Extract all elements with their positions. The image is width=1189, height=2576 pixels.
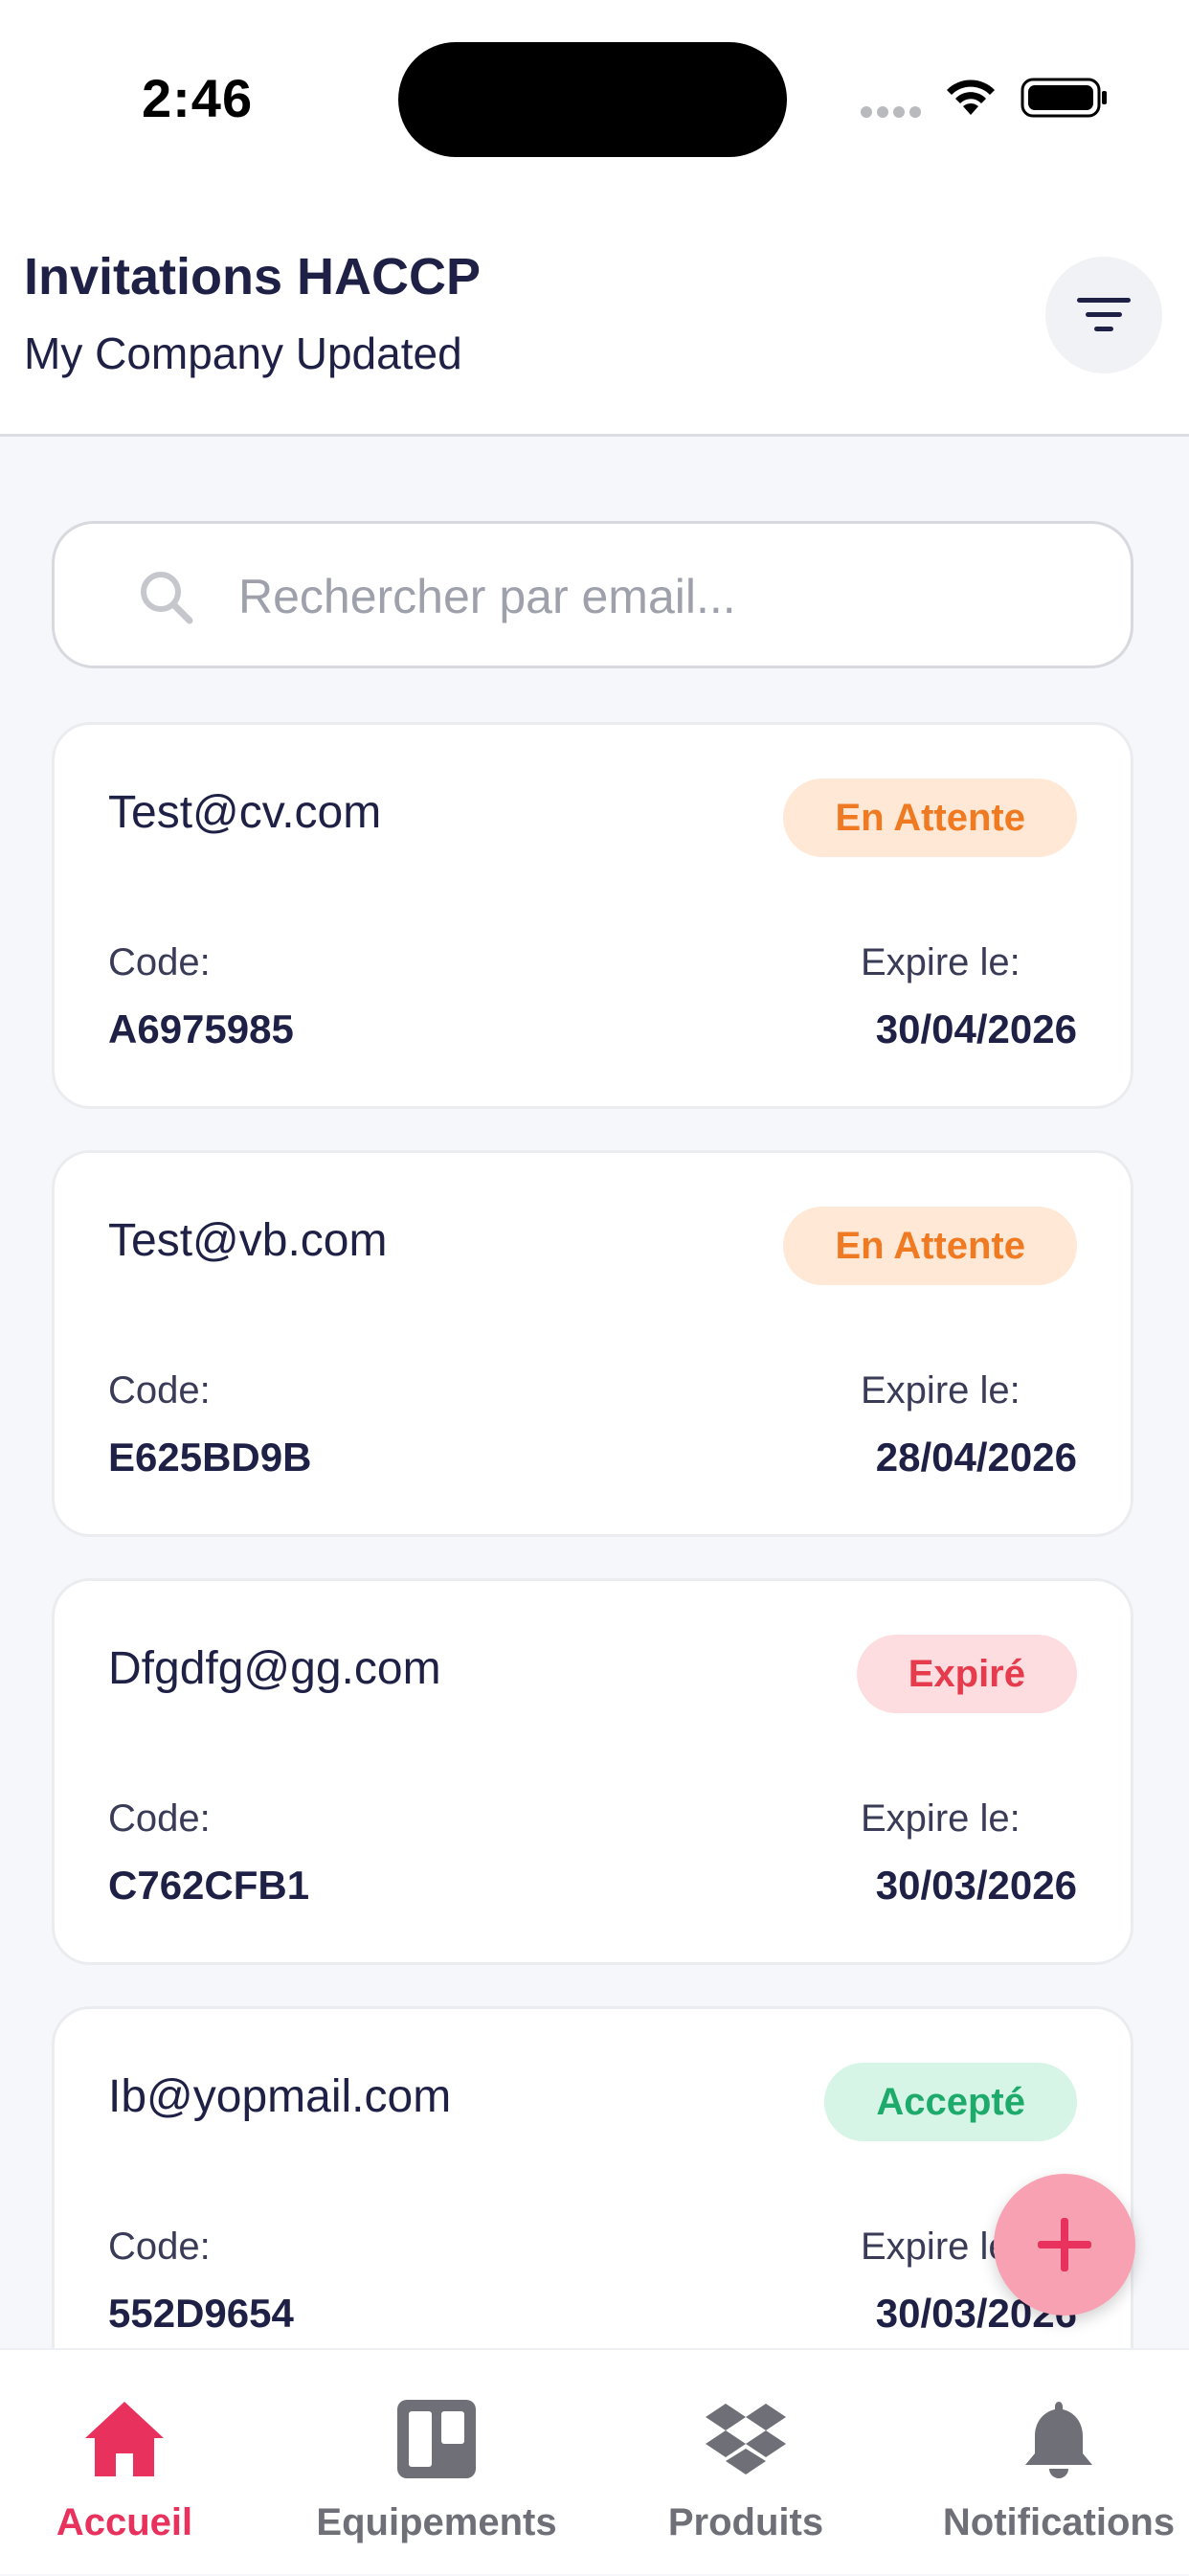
invitation-card[interactable]: Test@vb.com En Attente Code: E625BD9B Ex… xyxy=(52,1150,1133,1537)
nav-item-accueil[interactable]: Accueil xyxy=(38,2350,211,2576)
page-title: Invitations HACCP xyxy=(24,248,482,305)
invitation-email: Dfgdfg@gg.com xyxy=(108,1643,441,1694)
add-invitation-button[interactable] xyxy=(994,2174,1135,2316)
invitation-email: Ib@yopmail.com xyxy=(108,2071,452,2122)
invitation-card[interactable]: Test@cv.com En Attente Code: A6975985 Ex… xyxy=(52,722,1133,1109)
code-label: Code: xyxy=(108,2226,211,2268)
invitation-code: E625BD9B xyxy=(108,1435,312,1480)
cellular-signal-icon xyxy=(861,106,921,118)
expiry-date: 28/04/2026 xyxy=(875,1435,1077,1480)
nav-label: Notifications xyxy=(942,2501,1176,2543)
search-box[interactable] xyxy=(52,521,1133,668)
nav-label: Produits xyxy=(667,2501,824,2543)
status-badge: Expiré xyxy=(856,1635,1077,1713)
dropbox-icon xyxy=(706,2404,786,2474)
invitation-code: A6975985 xyxy=(108,1006,294,1051)
invitation-email: Test@vb.com xyxy=(108,1215,388,1266)
status-bar: 2:46 xyxy=(0,0,1189,192)
status-badge: En Attente xyxy=(783,1207,1077,1285)
nav-label: Equipements xyxy=(316,2501,557,2543)
wifi-icon xyxy=(947,79,995,115)
nav-item-produits[interactable]: Produits xyxy=(650,2350,841,2576)
status-badge: En Attente xyxy=(783,779,1077,857)
search-icon xyxy=(141,572,193,624)
company-name: My Company Updated xyxy=(24,328,462,378)
expiry-label: Expire le: xyxy=(861,1369,1021,1412)
filter-button[interactable] xyxy=(1045,257,1162,373)
bell-icon xyxy=(1025,2402,1092,2478)
status-time: 2:46 xyxy=(142,68,254,128)
code-label: Code: xyxy=(108,1797,211,1840)
board-icon xyxy=(397,2400,476,2478)
invitation-email: Test@cv.com xyxy=(108,787,382,838)
invitation-card[interactable]: Dfgdfg@gg.com Expiré Code: C762CFB1 Expi… xyxy=(52,1578,1133,1965)
bottom-nav: Accueil Equipements Produits Notificatio… xyxy=(0,2348,1189,2574)
invitation-card[interactable]: Ib@yopmail.com Accepté Code: 552D9654 Ex… xyxy=(52,2006,1133,2393)
expiry-label: Expire le: xyxy=(861,941,1021,983)
expiry-label: Expire le: xyxy=(861,1797,1021,1840)
nav-item-notifications[interactable]: Notifications xyxy=(934,2350,1183,2576)
code-label: Code: xyxy=(108,1369,211,1412)
search-input[interactable] xyxy=(236,553,1083,641)
dynamic-island xyxy=(398,42,787,157)
expiry-date: 30/04/2026 xyxy=(875,1006,1077,1051)
nav-item-equipements[interactable]: Equipements xyxy=(303,2350,571,2576)
plus-icon xyxy=(1038,2218,1091,2271)
battery-icon xyxy=(1021,78,1107,118)
filter-icon xyxy=(1077,298,1131,331)
invitation-code: 552D9654 xyxy=(108,2291,294,2336)
header: Invitations HACCP My Company Updated xyxy=(0,192,1189,437)
home-icon xyxy=(85,2402,164,2476)
nav-label: Accueil xyxy=(56,2501,193,2543)
code-label: Code: xyxy=(108,941,211,983)
invitation-code: C762CFB1 xyxy=(108,1863,310,1908)
expiry-date: 30/03/2026 xyxy=(875,1863,1077,1908)
status-badge: Accepté xyxy=(824,2063,1077,2141)
